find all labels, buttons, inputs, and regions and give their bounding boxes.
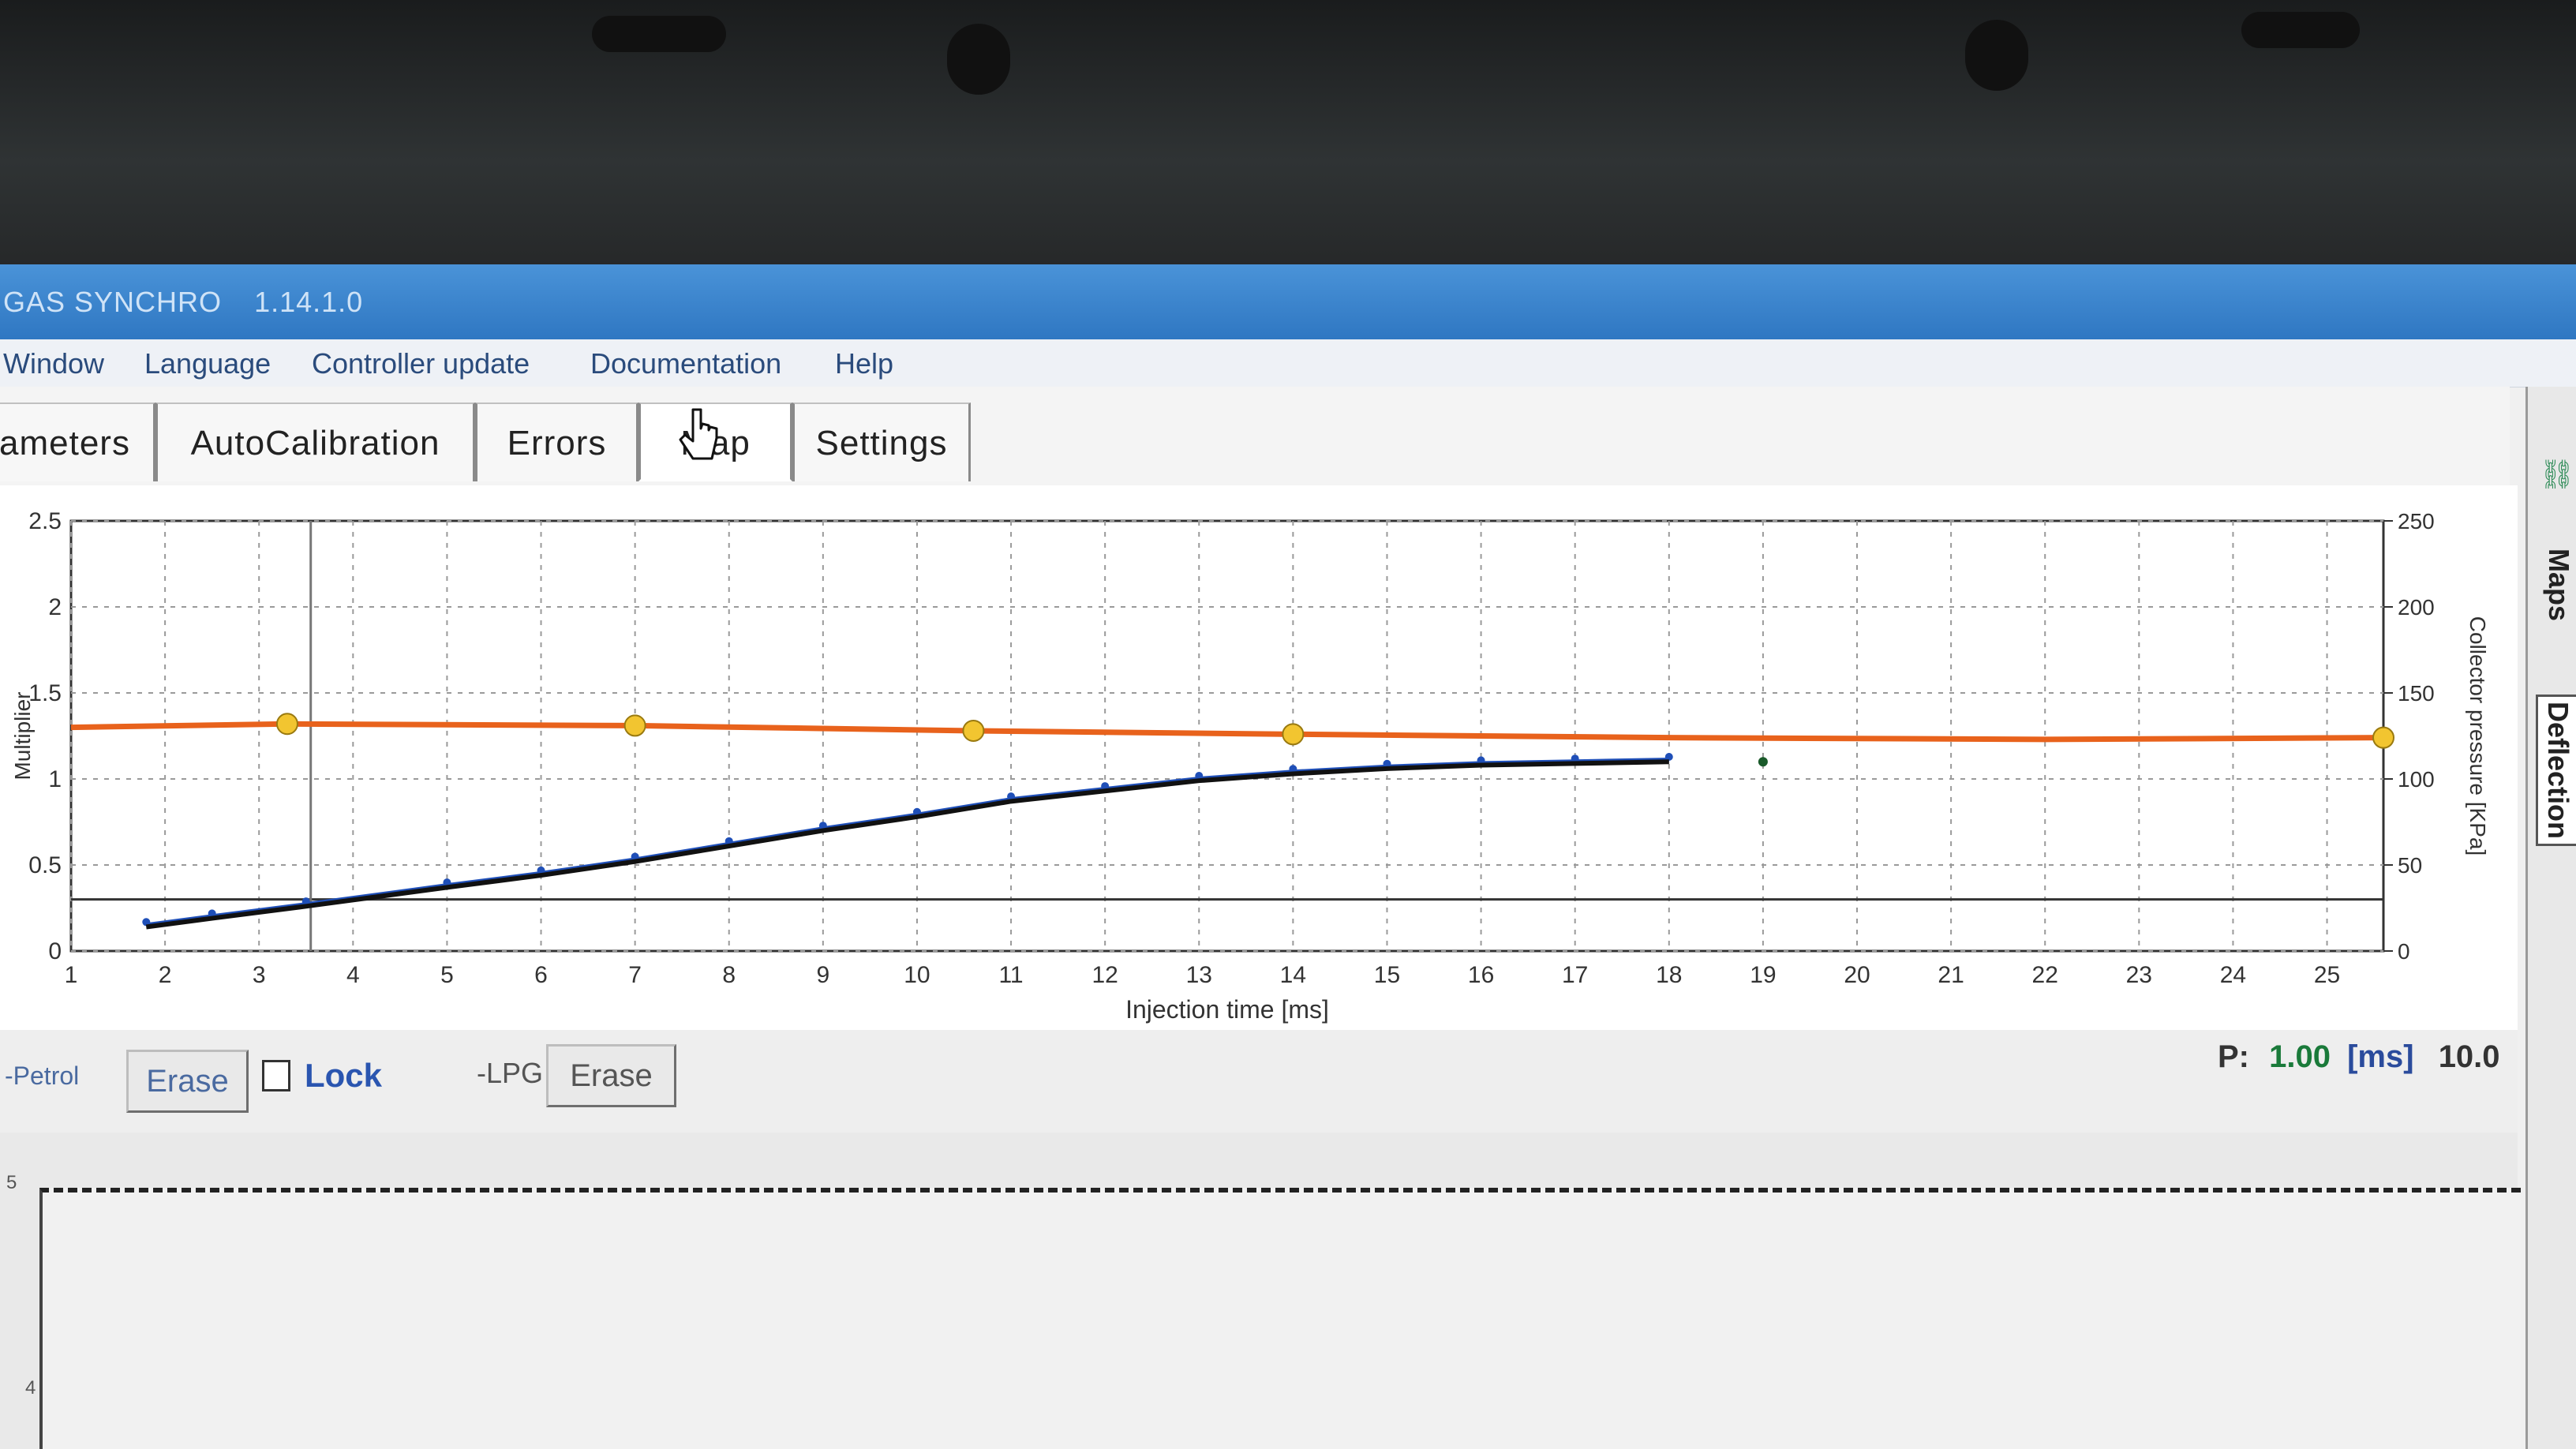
- p-value: 1.00: [2269, 1039, 2331, 1074]
- app-version: 1.14.1.0: [254, 286, 364, 318]
- menu-language[interactable]: Language: [144, 347, 271, 380]
- tab-settings[interactable]: Settings: [792, 402, 971, 481]
- x-tick-label: 2: [159, 962, 172, 988]
- calibration-marker: [1282, 723, 1305, 746]
- x-tick-label: 3: [253, 962, 266, 988]
- x-tick-label: 12: [1091, 962, 1118, 988]
- link-icon[interactable]: ⛓: [2539, 458, 2575, 505]
- y-axis-label-right: Collector pressure [KPa]: [2466, 616, 2490, 856]
- x-tick-label: 1: [65, 962, 78, 988]
- x-tick-label: 18: [1656, 962, 1682, 988]
- x-tick-label: 23: [2126, 962, 2152, 988]
- lower-chart-panel: 5 4: [0, 1133, 2521, 1449]
- x-tick-label: 9: [817, 962, 830, 988]
- bezel-clip-right: [2241, 12, 2360, 48]
- map-chart-panel: 1 2 3 4 5 6 7 8 9 10 11 12 13 14 15 16 17 18 19 20 21 22 23 24 2…: [0, 485, 2518, 1030]
- erase-lpg-button[interactable]: Erase: [546, 1044, 676, 1107]
- p-label: P: 1.00 [ms] 10.0: [2218, 1039, 2500, 1075]
- y-tick-label-right: 50: [2398, 853, 2422, 878]
- lower-y-tick-5: 5: [6, 1172, 17, 1193]
- menu-bar: Window Language Controller update Docume…: [0, 339, 2576, 388]
- monitor-bezel: [0, 0, 2576, 268]
- y-tick-label-right: 250: [2398, 509, 2435, 534]
- erase-petrol-button[interactable]: Erase: [126, 1050, 249, 1113]
- bezel-screw-right: [1965, 20, 2028, 91]
- calibration-marker: [962, 719, 985, 742]
- x-tick-label: 13: [1186, 962, 1212, 988]
- x-tick-label: 16: [1468, 962, 1494, 988]
- y-tick-label-right: 200: [2398, 595, 2435, 620]
- y-axis-label-left: Multiplier: [10, 691, 35, 780]
- tab-parameters[interactable]: ameters: [0, 402, 155, 481]
- x-tick-label: 24: [2220, 962, 2246, 988]
- tab-bar: ameters AutoCalibration Errors Map Setti…: [0, 387, 2510, 488]
- chart-controls: -Petrol Erase Lock -LPG Erase P: 1.00 [m…: [0, 1030, 2518, 1133]
- right-side-panel: Maps Deflection ⛓: [2525, 387, 2576, 1449]
- x-tick-label: 22: [2032, 962, 2058, 988]
- y-tick-label-left: 0: [48, 938, 62, 964]
- lower-y-tick-4: 4: [25, 1377, 36, 1398]
- p-prefix: P:: [2218, 1039, 2249, 1074]
- y-tick-label-left: 0.5: [28, 852, 62, 878]
- window-titlebar: GAS SYNCHRO 1.14.1.0: [0, 264, 2576, 339]
- x-tick-label: 5: [440, 962, 454, 988]
- x-axis-label: Injection time [ms]: [1125, 995, 1329, 1024]
- calibration-marker: [623, 714, 646, 737]
- map-chart[interactable]: 1 2 3 4 5 6 7 8 9 10 11 12 13 14 15 16 17 18 19 20 21 22 23 24 2…: [0, 485, 2518, 1030]
- x-tick-label: 17: [1562, 962, 1588, 988]
- y-tick-label-left: 2.5: [28, 508, 62, 534]
- extra-point: [1758, 757, 1768, 767]
- x-tick-label: 7: [628, 962, 642, 988]
- bezel-clip-left: [592, 16, 726, 52]
- app-title: GAS SYNCHRO: [3, 286, 223, 318]
- lock-checkbox[interactable]: [262, 1060, 290, 1091]
- side-tab-maps[interactable]: Maps: [2542, 549, 2575, 621]
- x-tick-label: 25: [2314, 962, 2340, 988]
- lpg-label: -LPG: [477, 1057, 544, 1089]
- x-tick-label: 10: [904, 962, 930, 988]
- tab-errors[interactable]: Errors: [475, 402, 638, 481]
- p-extra: 10.0: [2438, 1039, 2500, 1074]
- menu-help[interactable]: Help: [835, 347, 893, 380]
- x-tick-label: 21: [1938, 962, 1964, 988]
- x-tick-label: 15: [1374, 962, 1400, 988]
- x-tick-label: 8: [722, 962, 736, 988]
- y-tick-label-right: 150: [2398, 681, 2435, 706]
- app-window: GAS SYNCHRO 1.14.1.0 Window Language Con…: [0, 264, 2576, 1449]
- calibration-marker: [2372, 726, 2394, 749]
- y-tick-label-left: 1: [48, 766, 62, 792]
- menu-window[interactable]: Window: [3, 347, 104, 380]
- calibration-marker: [275, 713, 298, 736]
- x-tick-label: 4: [346, 962, 360, 988]
- x-tick-label: 14: [1280, 962, 1306, 988]
- x-tick-label: 11: [998, 962, 1023, 988]
- menu-controller-update[interactable]: Controller update: [312, 347, 530, 380]
- y-tick-label-right: 100: [2398, 767, 2435, 792]
- y-tick-label-right: 0: [2398, 939, 2410, 964]
- menu-documentation[interactable]: Documentation: [590, 347, 781, 380]
- hand-cursor-icon: [679, 408, 718, 460]
- petrol-label: -Petrol: [5, 1061, 80, 1090]
- x-tick-label: 20: [1844, 962, 1870, 988]
- bezel-screw-left: [947, 24, 1010, 95]
- x-tick-label: 6: [534, 962, 548, 988]
- tab-autocalibration[interactable]: AutoCalibration: [155, 402, 475, 481]
- lock-label[interactable]: Lock: [305, 1057, 382, 1095]
- y-tick-label-left: 2: [48, 594, 62, 620]
- p-unit: [ms]: [2347, 1039, 2414, 1074]
- x-tick-label: 19: [1750, 962, 1776, 988]
- side-tab-deflection[interactable]: Deflection: [2536, 695, 2576, 847]
- lower-chart-canvas[interactable]: [39, 1188, 2521, 1449]
